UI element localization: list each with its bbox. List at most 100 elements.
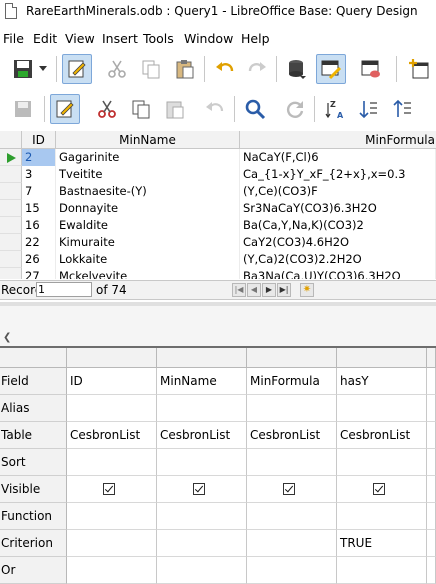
design-cell-function[interactable] <box>247 503 337 530</box>
design-cell-field[interactable]: ID <box>67 368 157 395</box>
design-cell-or[interactable] <box>247 557 337 584</box>
cut-icon[interactable] <box>102 54 132 84</box>
design-cell-empty[interactable] <box>427 530 436 557</box>
design-cell-empty[interactable] <box>427 503 436 530</box>
design-cell-function[interactable] <box>67 503 157 530</box>
column-header-minformula[interactable]: MinFormula <box>240 131 436 149</box>
table-row[interactable]: 3 Tveitite Ca_{1-x}Y_xF_{2+x},x=0.3 <box>0 166 436 183</box>
design-cell-or[interactable] <box>337 557 427 584</box>
design-cell-alias[interactable] <box>337 395 427 422</box>
cell-minformula[interactable]: Ca_{1-x}Y_xF_{2+x},x=0.3 <box>240 166 436 183</box>
design-cell-table[interactable]: CesbronList <box>67 422 157 449</box>
last-record-icon[interactable]: ▶| <box>277 283 291 297</box>
cell-minname[interactable]: Ewaldite <box>56 217 240 234</box>
sql-run-icon[interactable] <box>356 54 386 84</box>
next-record-icon[interactable]: ▶ <box>262 283 276 297</box>
sort-descending-icon[interactable] <box>388 94 418 124</box>
cell-id[interactable]: 2 <box>22 149 56 166</box>
row-selector[interactable] <box>0 234 22 251</box>
design-cell-visible[interactable] <box>157 476 247 503</box>
undo-data-icon[interactable] <box>200 94 230 124</box>
design-cell-visible[interactable] <box>337 476 427 503</box>
design-cell-table[interactable]: CesbronList <box>247 422 337 449</box>
design-cell-table[interactable]: CesbronList <box>157 422 247 449</box>
row-selector[interactable] <box>0 268 22 279</box>
menu-file[interactable]: File <box>3 31 24 46</box>
cell-minname[interactable]: Mckelveyite <box>56 268 240 279</box>
table-row[interactable]: 27 Mckelveyite Ba3Na(Ca,U)Y(CO3)6.3H2O <box>0 268 436 279</box>
cell-minformula[interactable]: Ba(Ca,Y,Na,K)(CO3)2 <box>240 217 436 234</box>
design-cell-criterion[interactable] <box>67 530 157 557</box>
horizontal-scrollbar[interactable]: ❮ <box>0 330 436 344</box>
cell-minname[interactable]: Bastnaesite-(Y) <box>56 183 240 200</box>
record-number-input[interactable]: 1 <box>36 282 92 297</box>
table-row[interactable]: 2 Gagarinite NaCaY(F,Cl)6 <box>0 149 436 166</box>
cell-minformula[interactable]: NaCaY(F,Cl)6 <box>240 149 436 166</box>
design-column-header[interactable] <box>427 348 436 368</box>
cell-id[interactable]: 15 <box>22 200 56 217</box>
first-record-icon[interactable]: |◀ <box>232 283 246 297</box>
design-cell-empty[interactable] <box>427 422 436 449</box>
design-cell-sort[interactable] <box>67 449 157 476</box>
paste-data-icon[interactable] <box>160 94 190 124</box>
design-column-header[interactable] <box>157 348 247 368</box>
row-selector[interactable] <box>0 183 22 200</box>
cell-id[interactable]: 27 <box>22 268 56 279</box>
cell-minname[interactable]: Gagarinite <box>56 149 240 166</box>
visible-checkbox[interactable] <box>373 483 385 495</box>
table-row[interactable]: 15 Donnayite Sr3NaCaY(CO3)6.3H2O <box>0 200 436 217</box>
menu-insert[interactable]: Insert <box>102 31 138 46</box>
sort-icon[interactable]: ZA <box>320 94 350 124</box>
column-header-id[interactable]: ID <box>22 131 56 149</box>
row-selector[interactable] <box>0 166 22 183</box>
column-header-minname[interactable]: MinName <box>56 131 240 149</box>
design-cell-empty[interactable] <box>427 449 436 476</box>
visible-checkbox[interactable] <box>193 483 205 495</box>
design-cell-sort[interactable] <box>157 449 247 476</box>
design-cell-empty[interactable] <box>427 557 436 584</box>
table-row[interactable]: 7 Bastnaesite-(Y) (Y,Ce)(CO3)F <box>0 183 436 200</box>
cell-minname[interactable]: Lokkaite <box>56 251 240 268</box>
cell-minformula[interactable]: (Y,Ca)2(CO3)2.2H2O <box>240 251 436 268</box>
previous-record-icon[interactable]: ◀ <box>247 283 261 297</box>
table-row[interactable]: 16 Ewaldite Ba(Ca,Y,Na,K)(CO3)2 <box>0 217 436 234</box>
new-record-icon[interactable]: ✷ <box>300 283 314 297</box>
table-row[interactable]: 22 Kimuraite CaY2(CO3)4.6H2O <box>0 234 436 251</box>
design-cell-visible[interactable] <box>247 476 337 503</box>
cell-minformula[interactable]: Ba3Na(Ca,U)Y(CO3)6.3H2O <box>240 268 436 279</box>
add-tables-icon[interactable] <box>404 54 434 84</box>
design-cell-or[interactable] <box>157 557 247 584</box>
scroll-left-icon[interactable]: ❮ <box>3 332 11 343</box>
copy-icon[interactable] <box>136 54 166 84</box>
save-record-icon[interactable] <box>8 94 38 124</box>
visible-checkbox[interactable] <box>283 483 295 495</box>
design-cell-field[interactable]: MinName <box>157 368 247 395</box>
design-view-icon[interactable] <box>316 54 346 84</box>
edit-data-icon[interactable] <box>50 94 80 124</box>
row-selector[interactable] <box>0 217 22 234</box>
design-cell-alias[interactable] <box>67 395 157 422</box>
cell-id[interactable]: 22 <box>22 234 56 251</box>
design-cell-empty[interactable] <box>427 476 436 503</box>
table-row[interactable]: 26 Lokkaite (Y,Ca)2(CO3)2.2H2O <box>0 251 436 268</box>
find-icon[interactable] <box>240 94 270 124</box>
row-selector[interactable] <box>0 200 22 217</box>
refresh-icon[interactable] <box>280 94 310 124</box>
menu-window[interactable]: Window <box>184 31 233 46</box>
visible-checkbox[interactable] <box>103 483 115 495</box>
design-cell-alias[interactable] <box>157 395 247 422</box>
design-column-header[interactable] <box>67 348 157 368</box>
design-cell-empty[interactable] <box>427 368 436 395</box>
cell-minformula[interactable]: (Y,Ce)(CO3)F <box>240 183 436 200</box>
paste-icon[interactable] <box>170 54 200 84</box>
design-cell-visible[interactable] <box>67 476 157 503</box>
cell-id[interactable]: 3 <box>22 166 56 183</box>
row-selector[interactable] <box>0 149 22 166</box>
design-cell-or[interactable] <box>67 557 157 584</box>
save-icon[interactable] <box>8 54 38 84</box>
cell-id[interactable]: 7 <box>22 183 56 200</box>
cell-minname[interactable]: Kimuraite <box>56 234 240 251</box>
design-column-header[interactable] <box>337 348 427 368</box>
design-cell-sort[interactable] <box>247 449 337 476</box>
row-selector[interactable] <box>0 251 22 268</box>
